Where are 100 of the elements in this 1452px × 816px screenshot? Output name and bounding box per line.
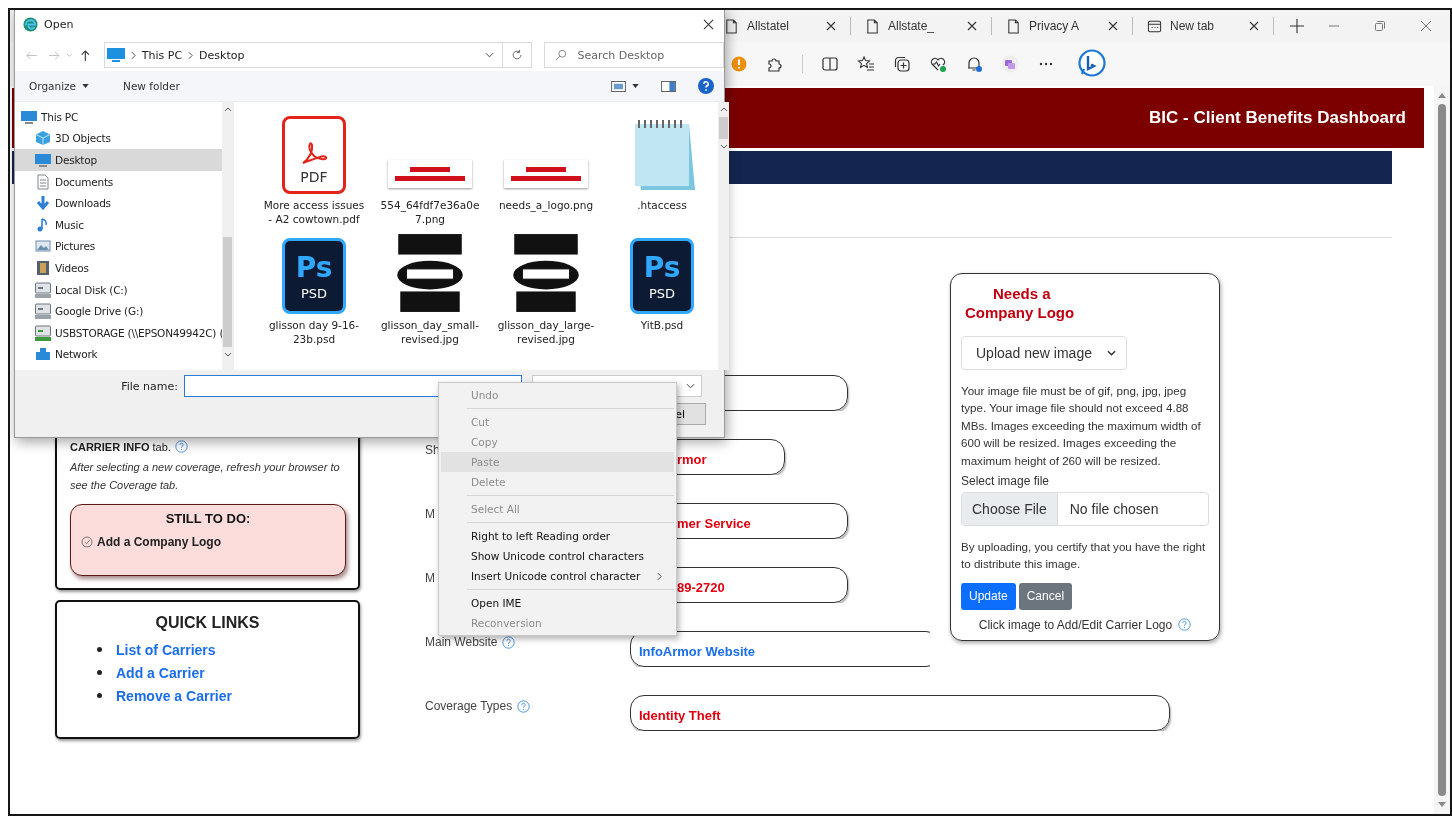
browser-tab[interactable]: New tab: [1141, 12, 1265, 40]
up-arrow-icon[interactable]: [79, 48, 92, 62]
file-item[interactable]: glisson_day_small-revised.jpg: [374, 228, 486, 346]
preview-pane-icon[interactable]: [661, 80, 676, 92]
navigation-item[interactable]: Music: [15, 213, 222, 236]
alert-icon[interactable]: [730, 55, 748, 73]
network-icon: [35, 346, 51, 363]
film-icon: [35, 259, 51, 276]
field-label: M: [425, 507, 435, 521]
app-icon[interactable]: [1001, 55, 1019, 73]
scrollbar[interactable]: [1434, 86, 1450, 814]
close-icon[interactable]: [1108, 21, 1118, 31]
breadcrumb-item[interactable]: This PC: [141, 48, 183, 62]
update-button[interactable]: Update: [961, 582, 1016, 610]
collections-icon[interactable]: [893, 55, 911, 73]
help-icon[interactable]: [174, 440, 188, 453]
dialog-title: Open: [44, 17, 74, 31]
refresh-button[interactable]: [503, 42, 533, 68]
navigation-item[interactable]: USBSTORAGE (\\EPSON49942C) (: [15, 321, 222, 344]
monitor-icon: [21, 108, 37, 125]
quick-link[interactable]: Remove a Carrier: [116, 687, 232, 704]
source-select[interactable]: Upload new image: [961, 336, 1127, 370]
cancel-button[interactable]: Cancel: [1018, 582, 1073, 610]
field-label: File name:: [120, 379, 179, 393]
close-icon[interactable]: [703, 18, 714, 30]
organize-menu[interactable]: Organize: [23, 80, 96, 92]
extension-icon[interactable]: [766, 55, 784, 73]
scroll-down-icon[interactable]: [223, 352, 232, 357]
bullet-icon: [97, 647, 102, 653]
navigation-item[interactable]: Google Drive (G:): [15, 300, 222, 322]
view-icon[interactable]: [611, 80, 626, 92]
navigation-item[interactable]: Desktop: [15, 149, 222, 171]
chat-icon[interactable]: [1077, 49, 1107, 79]
chevron-down-icon[interactable]: [485, 52, 495, 58]
file-item[interactable]: Ps PSD glisson day 9-16-23b.psd: [258, 228, 370, 346]
browser-window-icon: [1147, 18, 1162, 34]
pdf-file-icon: PDF: [282, 116, 346, 194]
navigation-item[interactable]: Videos: [15, 257, 222, 279]
navigation-item[interactable]: 3D Objects: [15, 127, 222, 150]
breadcrumb-item[interactable]: Desktop: [199, 48, 245, 62]
close-icon[interactable]: [1249, 21, 1259, 31]
file-input[interactable]: Choose File No file chosen: [961, 491, 1209, 526]
page-title: BIC - Client Benefits Dashboard: [1149, 108, 1406, 128]
close-icon[interactable]: [967, 21, 977, 31]
quick-link[interactable]: List of Carriers: [116, 641, 216, 658]
file-item[interactable]: .htaccess: [606, 108, 718, 226]
todo-title: STILL TO DO:: [164, 511, 252, 527]
scroll-thumb[interactable]: [719, 117, 728, 139]
restore-icon[interactable]: [1374, 20, 1386, 32]
card-title: QUICK LINKS: [154, 614, 261, 633]
refresh-icon: [511, 49, 524, 61]
psd-file-icon: Ps PSD: [282, 238, 346, 314]
bell-icon[interactable]: [965, 55, 983, 73]
field-label: M: [425, 571, 435, 585]
address-field[interactable]: This PC Desktop: [103, 42, 504, 68]
scroll-up-icon[interactable]: [223, 107, 232, 112]
hint-text: After selecting a new coverage, refresh your browser to see the Coverage tab.: [70, 460, 341, 493]
document-icon: [865, 18, 880, 34]
caption-text: Click image to Add/Edit Carrier Logo: [978, 617, 1173, 632]
scroll-thumb[interactable]: [1438, 103, 1446, 797]
scroll-up-icon[interactable]: [719, 107, 728, 112]
drive-icon: [35, 303, 51, 320]
help-icon[interactable]: [698, 78, 714, 94]
navigation-item[interactable]: Local Disk (C:): [15, 278, 222, 301]
monitor-icon: [35, 152, 51, 168]
value-field[interactable]: Identity Theft: [630, 695, 1170, 731]
download-arrow-icon: [35, 195, 51, 212]
requirements-text: Your image file must be of gif, png, jpg, jpeg type. Your image file should not exceed 4.88 MBs. Images exceeding the maximum width of 600 will be resized. Images exceeding the maximum height of 260 will be resized.: [961, 383, 1202, 469]
search-field[interactable]: Search Desktop: [544, 42, 724, 68]
navigation-item[interactable]: Pictures: [15, 235, 222, 258]
browser-logo-icon: [23, 16, 38, 32]
chevron-down-icon: [1107, 350, 1116, 356]
scroll-down-icon[interactable]: [719, 144, 728, 149]
check-circle-icon: [81, 536, 93, 549]
navigation-item[interactable]: This PC: [15, 106, 222, 128]
navigation-item[interactable]: Downloads: [15, 192, 222, 214]
menu-item[interactable]: Show Unicode control characters: [441, 546, 674, 566]
file-item[interactable]: glisson_day_large-revised.jpg: [490, 228, 602, 346]
split-screen-icon[interactable]: [821, 55, 839, 73]
favorites-icon[interactable]: [857, 55, 875, 73]
scroll-thumb[interactable]: [223, 237, 232, 347]
help-icon[interactable]: [502, 635, 516, 649]
navigation-item[interactable]: Network: [15, 343, 222, 366]
file-item[interactable]: PDF More access issues - A2 cowtown.pdf: [258, 108, 370, 226]
new-folder-button[interactable]: New folder: [117, 80, 186, 92]
browser-tab[interactable]: Allstatel: [718, 12, 842, 40]
file-item[interactable]: Ps PSD YitB.psd: [606, 228, 718, 346]
company-logo-placeholder[interactable]: Needs a Company Logo: [961, 284, 1105, 322]
navigation-item[interactable]: Documents: [15, 170, 222, 193]
browser-tab[interactable]: Allstate_: [859, 12, 983, 40]
file-item[interactable]: 554_64fdf7e36a0e7.png: [374, 108, 486, 226]
browser-tab[interactable]: Privacy A: [1000, 12, 1124, 40]
file-item[interactable]: needs_a_logo.png: [490, 108, 602, 226]
new-tab-icon[interactable]: [1290, 19, 1304, 33]
document-icon: [724, 18, 739, 34]
scroll-up-icon[interactable]: [1438, 92, 1446, 98]
close-icon[interactable]: [826, 21, 836, 31]
health-icon[interactable]: [929, 55, 947, 73]
scroll-down-icon[interactable]: [1438, 802, 1446, 808]
quick-link[interactable]: Add a Carrier: [116, 664, 205, 681]
